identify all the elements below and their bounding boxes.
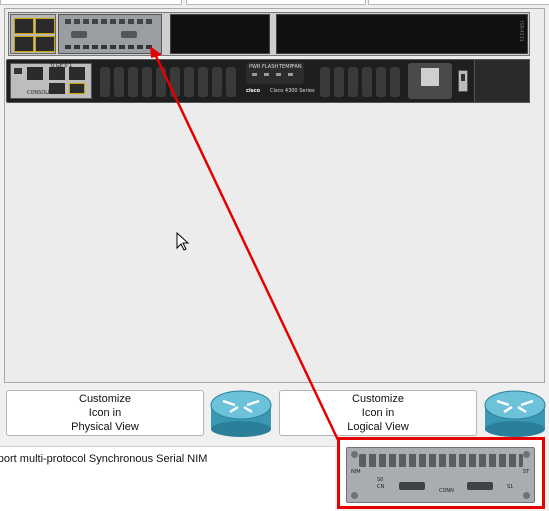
led-label: FAN [292,64,302,70]
serial-nim-in-slot[interactable] [58,14,162,54]
button-label-line: Icon in [88,407,122,419]
vent-icon [320,67,330,97]
customize-logical-icon-button[interactable]: Customize Icon in Logical View [279,390,477,436]
nim-vent-icon [359,454,523,467]
led-label: TEMP [279,64,293,70]
empty-nim-slot-wide[interactable]: ISR4331 [276,14,528,54]
button-label-line: Customize [352,393,404,405]
sfp-port-icon [35,18,55,34]
button-label-line: Icon in [361,407,395,419]
console-label: CONSOLE [27,90,52,96]
power-socket-icon [421,68,439,86]
sfp-port-icon[interactable] [69,83,85,94]
vent-icon [348,67,358,97]
sfp-port-icon [14,36,34,52]
serial-connector-icon [121,31,137,38]
led-row-icon [252,73,298,76]
usb-icon [14,68,22,74]
sfp-port-icon [14,18,34,34]
power-switch[interactable] [458,70,468,92]
empty-nim-slot[interactable] [170,14,270,54]
vent-icon [156,67,166,97]
tab-stub-left[interactable] [0,0,182,5]
vent-icon [362,67,372,97]
serial-connector-icon [467,482,493,490]
nim-label: CONN [439,488,454,494]
power-supply [408,63,452,99]
mouse-pointer-icon [176,232,190,251]
vent-icon [100,67,110,97]
port-label: 0 GE 0 1 [51,63,73,69]
vent-icon [142,67,152,97]
nim-vent-icon [65,45,155,49]
button-label-line: Physical View [71,421,139,433]
slot-label: ISR4331 [518,21,524,42]
vent-icon [128,67,138,97]
nim-label: S0 [377,477,384,483]
vent-icon [184,67,194,97]
router-icon [210,390,272,437]
cisco-logo: cisco [246,88,261,94]
switch-toggle-icon [461,74,465,81]
screw-icon [351,451,358,458]
sfp-module[interactable] [10,14,56,54]
vent-icon [390,67,400,97]
button-label-line: Logical View [347,421,409,433]
vent-icon [334,67,344,97]
vent-icon [170,67,180,97]
module-description-panel: 2-port multi-protocol Synchronous Serial… [0,446,335,511]
chassis-right-panel [474,59,530,103]
customize-physical-icon-button[interactable]: Customize Icon in Physical View [6,390,204,436]
vent-icon [114,67,124,97]
mgmt-port-icon [27,67,43,80]
module-description: 2-port multi-protocol Synchronous Serial… [0,453,208,465]
screw-icon [523,451,530,458]
console-port-icon[interactable] [49,83,65,94]
serial-connector-icon [399,482,425,490]
vent-icon [212,67,222,97]
vent-icon [226,67,236,97]
screw-icon [351,492,358,499]
button-label-line: Customize [79,393,131,405]
nim-vent-icon [65,19,155,24]
led-label: FLASH [262,64,279,70]
nim-label: NIM [351,469,361,475]
status-led-panel: PWR FLASH TEMP FAN [246,62,304,84]
vent-icon [376,67,386,97]
led-label: PWR [249,64,261,70]
nim-label: CN [377,484,385,490]
serial-nim-preview[interactable]: NIM S0 CN CONN S1 ST [346,447,535,503]
serial-connector-icon [71,31,87,38]
router-icon [484,390,546,437]
io-panel: CONSOLE 0 GE 0 1 [10,63,92,99]
model-label: Cisco 4300 Series [270,88,315,94]
tab-stub-middle[interactable] [186,0,366,5]
vent-icon [198,67,208,97]
screw-icon [523,492,530,499]
nim-label: ST [523,469,530,475]
sfp-port-icon [35,36,55,52]
tab-stub-right[interactable] [368,0,549,5]
nim-label: S1 [507,484,514,490]
